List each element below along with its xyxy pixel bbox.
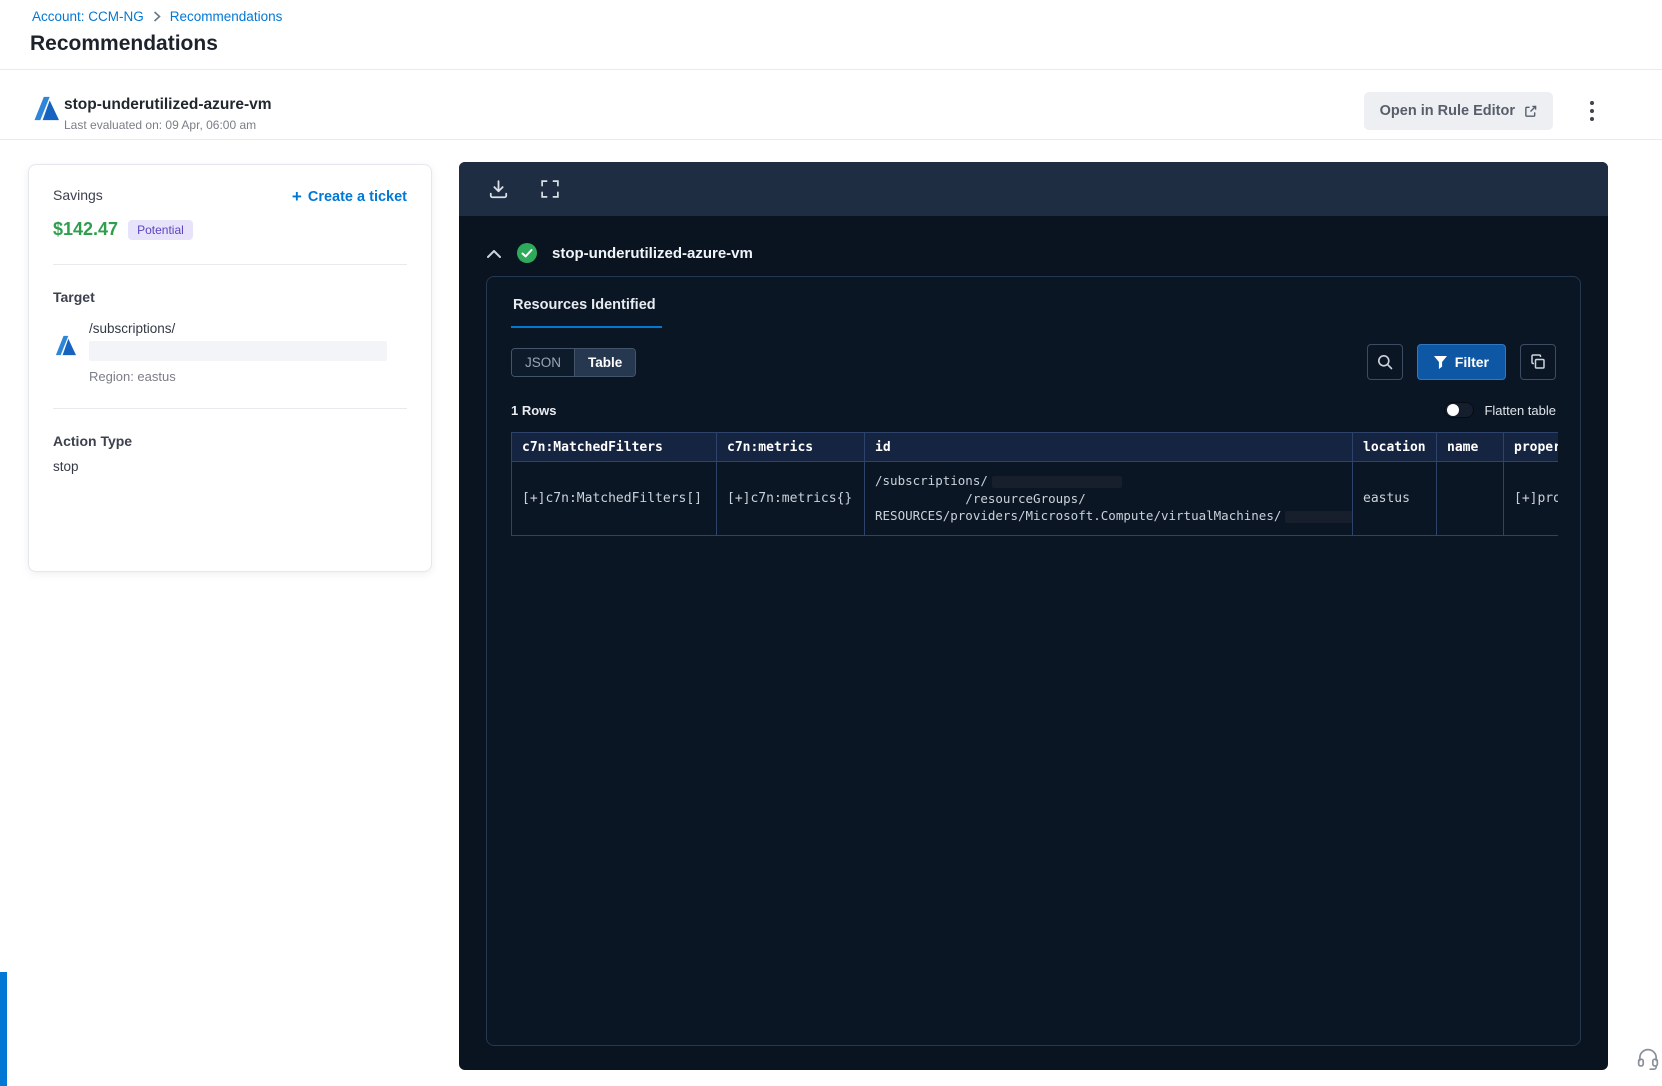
flatten-table-label: Flatten table xyxy=(1484,402,1556,418)
cell-name xyxy=(1436,461,1504,536)
rule-name: stop-underutilized-azure-vm xyxy=(64,96,272,113)
col-header-id: id xyxy=(864,432,1353,462)
redacted-block xyxy=(89,341,387,361)
tab-resources-identified[interactable]: Resources Identified xyxy=(511,297,662,328)
action-type-label: Action Type xyxy=(53,433,133,449)
resources-table-wrap: c7n:MatchedFilters c7n:metrics id locati… xyxy=(511,432,1558,536)
search-icon[interactable] xyxy=(1366,344,1403,380)
divider xyxy=(0,69,1662,70)
chevron-right-icon xyxy=(153,11,161,22)
more-options-kebab-button[interactable] xyxy=(1578,95,1606,127)
divider xyxy=(53,264,407,265)
rule-output-panel: stop-underutilized-azure-vm Resources Id… xyxy=(459,162,1608,1070)
rows-count: 1 Rows xyxy=(511,402,557,418)
panel-title-row: stop-underutilized-azure-vm xyxy=(459,216,1608,263)
cell-metrics[interactable]: [+]c7n:metrics{} xyxy=(716,461,865,536)
col-header-name: name xyxy=(1436,432,1504,462)
cell-id: /subscriptions/ /resourceGroups/ RESOURC… xyxy=(864,461,1353,536)
external-link-icon xyxy=(1524,105,1537,118)
breadcrumb-current-link[interactable]: Recommendations xyxy=(170,9,283,24)
page-title: Recommendations xyxy=(30,32,218,55)
table-row: [+]c7n:MatchedFilters[] [+]c7n:metrics{}… xyxy=(511,461,1558,536)
left-edge-strip xyxy=(0,972,7,1086)
view-toggle: JSON Table xyxy=(511,347,637,377)
breadcrumb-account-link[interactable]: Account: CCM-NG xyxy=(32,9,144,24)
potential-badge: Potential xyxy=(128,219,193,240)
redacted-block xyxy=(991,475,1122,488)
divider xyxy=(0,139,1662,140)
redacted-block xyxy=(1285,510,1352,523)
panel-toolbar xyxy=(459,162,1608,216)
azure-logo-icon xyxy=(55,335,76,356)
open-in-rule-editor-label: Open in Rule Editor xyxy=(1379,103,1515,119)
cell-matched-filters[interactable]: [+]c7n:MatchedFilters[] xyxy=(511,461,717,536)
col-header-location: location xyxy=(1352,432,1437,462)
recommendations-page: Account: CCM-NG Recommendations Recommen… xyxy=(0,0,1662,1086)
savings-card: Savings + Create a ticket $142.47 Potent… xyxy=(28,164,432,572)
target-path: /subscriptions/ xyxy=(89,321,176,336)
savings-label: Savings xyxy=(53,187,103,203)
action-type-value: stop xyxy=(53,459,79,474)
copy-icon[interactable] xyxy=(1520,344,1556,380)
rule-last-evaluated: Last evaluated on: 09 Apr, 06:00 am xyxy=(64,118,257,132)
savings-amount: $142.47 xyxy=(53,219,119,239)
azure-logo-icon xyxy=(34,96,59,121)
col-header-properties: properties xyxy=(1503,432,1558,462)
flatten-table-toggle[interactable] xyxy=(1444,402,1475,418)
panel-rule-title: stop-underutilized-azure-vm xyxy=(552,244,753,262)
filter-funnel-icon xyxy=(1433,355,1447,369)
fullscreen-icon[interactable] xyxy=(539,178,561,200)
cell-location: eastus xyxy=(1352,461,1437,536)
resources-table: c7n:MatchedFilters c7n:metrics id locati… xyxy=(511,432,1558,536)
target-region: Region: eastus xyxy=(89,369,176,384)
divider xyxy=(53,408,407,409)
collapse-chevron-up-icon[interactable] xyxy=(486,246,502,261)
col-header-matched-filters: c7n:MatchedFilters xyxy=(511,432,717,462)
success-check-icon xyxy=(517,243,537,263)
view-toggle-json[interactable]: JSON xyxy=(512,348,575,376)
open-in-rule-editor-button[interactable]: Open in Rule Editor xyxy=(1363,92,1553,130)
filter-button[interactable]: Filter xyxy=(1416,344,1506,380)
create-ticket-button[interactable]: + Create a ticket xyxy=(292,187,407,207)
create-ticket-label: Create a ticket xyxy=(307,189,407,205)
col-header-metrics: c7n:metrics xyxy=(716,432,865,462)
resources-card: Resources Identified JSON Table Filter 1… xyxy=(486,276,1581,1046)
plus-icon: + xyxy=(291,187,302,206)
view-toggle-table[interactable]: Table xyxy=(574,348,636,376)
download-icon[interactable] xyxy=(487,178,509,200)
table-header-row: c7n:MatchedFilters c7n:metrics id locati… xyxy=(511,432,1558,462)
target-label: Target xyxy=(53,289,95,305)
breadcrumb: Account: CCM-NG Recommendations xyxy=(32,9,282,24)
cell-properties[interactable]: [+]properties{} xyxy=(1503,461,1558,536)
filter-label: Filter xyxy=(1454,354,1489,370)
support-headset-icon[interactable] xyxy=(1635,1046,1661,1072)
